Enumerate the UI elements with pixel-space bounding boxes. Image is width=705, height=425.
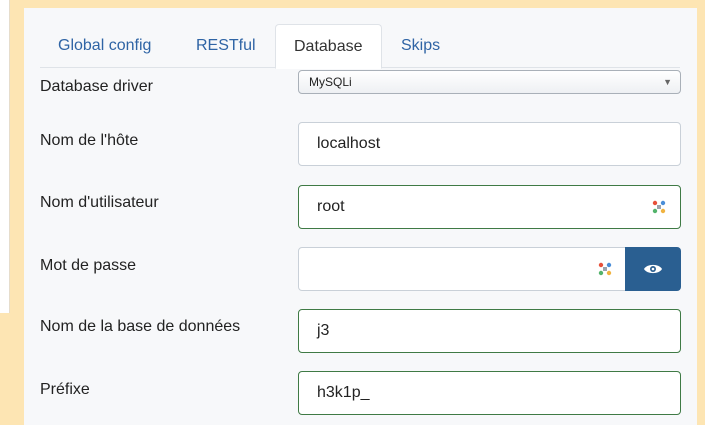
database-name-label: Nom de la base de données [40,318,241,335]
database-driver-label: Database driver [40,78,153,95]
database-name-input[interactable]: j3 [298,309,681,353]
tab-skips[interactable]: Skips [383,24,458,68]
settings-tabs: Global config RESTful Database Skips [40,24,680,69]
tab-restful[interactable]: RESTful [178,24,274,68]
prefix-input[interactable]: h3k1p_ [298,371,681,415]
tab-database[interactable]: Database [275,24,382,69]
chevron-down-icon: ▼ [663,77,672,87]
host-input[interactable]: localhost [298,122,681,166]
password-manager-icon[interactable] [596,260,614,278]
database-settings-panel: Global config RESTful Database Skips Dat… [24,8,697,425]
password-input[interactable] [298,247,627,291]
left-panel [0,0,10,313]
username-input[interactable]: root [298,185,681,229]
username-label: Nom d'utilisateur [40,194,159,211]
username-value: root [317,198,345,215]
prefix-label: Préfixe [40,381,90,398]
database-driver-select[interactable]: MySQLi ▼ [298,70,681,94]
database-driver-value: MySQLi [309,75,352,89]
tab-global-config[interactable]: Global config [40,24,169,68]
password-label: Mot de passe [40,257,137,274]
toggle-password-visibility-button[interactable] [625,247,681,291]
password-manager-icon[interactable] [650,198,668,216]
host-label: Nom de l'hôte [40,132,139,149]
eye-icon [644,264,662,274]
